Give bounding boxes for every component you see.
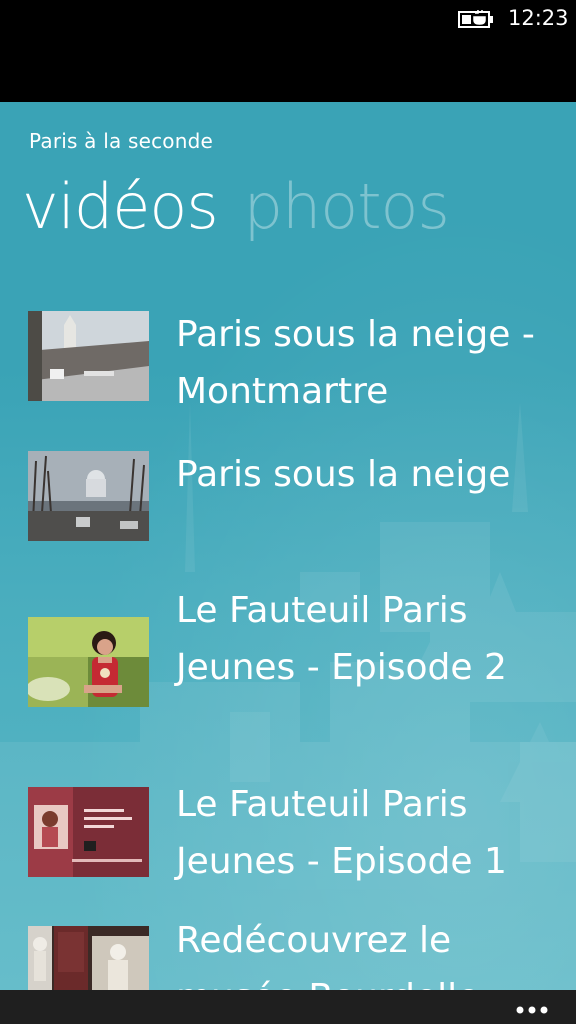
- video-thumbnail: [28, 787, 149, 877]
- video-thumbnail: [28, 451, 149, 541]
- list-item[interactable]: Le Fauteuil Paris Jeunes - Episode 2: [28, 582, 568, 762]
- status-bar: 12:23: [0, 0, 576, 102]
- video-title: Paris sous la neige: [176, 454, 511, 495]
- tab-videos[interactable]: vidéos: [22, 170, 219, 243]
- video-title: Paris sous la neige - Montmartre: [176, 314, 535, 412]
- list-item[interactable]: Le Fauteuil Paris Jeunes - Episode 1: [28, 776, 568, 896]
- video-title: Redécouvrez le musée Bourdelle: [176, 920, 479, 990]
- application-bar: [0, 990, 576, 1024]
- pivot-page: Paris à la seconde vidéos photos Paris so…: [0, 102, 576, 990]
- app-title: Paris à la seconde: [29, 129, 213, 153]
- video-thumbnail: [28, 926, 149, 990]
- ellipsis-icon[interactable]: [514, 996, 554, 1018]
- list-item[interactable]: Paris sous la neige - Montmartre: [28, 306, 568, 426]
- video-title: Le Fauteuil Paris Jeunes - Episode 1: [176, 784, 507, 882]
- tab-photos[interactable]: photos: [244, 170, 450, 243]
- video-thumbnail: [28, 617, 149, 707]
- battery-charging-icon: [458, 10, 493, 28]
- clock: 12:23: [508, 6, 569, 30]
- list-item[interactable]: Paris sous la neige: [28, 446, 568, 556]
- list-item[interactable]: Redécouvrez le musée Bourdelle: [28, 912, 568, 990]
- video-thumbnail: [28, 311, 149, 401]
- video-title: Le Fauteuil Paris Jeunes - Episode 2: [176, 590, 507, 688]
- pivot-header: vidéos photos: [22, 170, 450, 243]
